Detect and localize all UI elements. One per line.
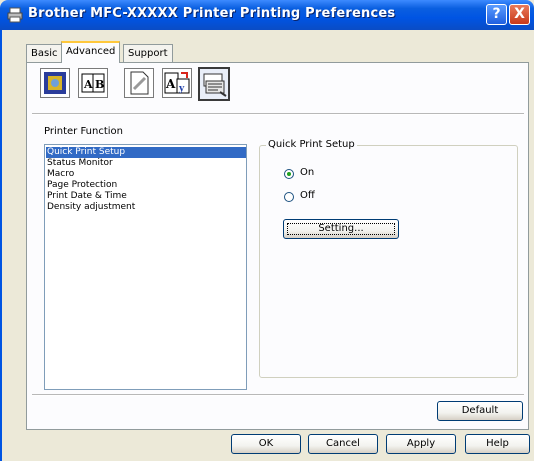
watermark-icon[interactable]: [124, 68, 154, 98]
ok-button[interactable]: OK: [231, 434, 301, 454]
printer-function-label: Printer Function: [44, 126, 123, 137]
default-button[interactable]: Default: [437, 401, 523, 421]
close-button[interactable]: X: [509, 4, 530, 25]
tab-basic[interactable]: Basic: [26, 44, 63, 62]
duplex-icon[interactable]: A B: [78, 68, 108, 98]
off-radio[interactable]: [284, 192, 294, 202]
help-button[interactable]: Help: [465, 434, 530, 454]
radio-selected-dot: [287, 172, 291, 176]
device-options-icon[interactable]: [198, 67, 230, 101]
tab-support[interactable]: Support: [123, 44, 173, 62]
printer-function-list[interactable]: Quick Print Setup Status Monitor Macro P…: [44, 144, 247, 390]
apply-button[interactable]: Apply: [386, 434, 456, 454]
scaling-icon[interactable]: A y: [162, 68, 192, 98]
list-item-macro[interactable]: Macro: [46, 169, 246, 180]
list-item-page-protection[interactable]: Page Protection: [46, 180, 246, 191]
on-radio-label[interactable]: On: [300, 167, 314, 178]
setting-button[interactable]: Setting...: [283, 219, 399, 239]
title-bar[interactable]: Brother MFC-XXXXX Printer Printing Prefe…: [0, 0, 534, 30]
list-item-status-monitor[interactable]: Status Monitor: [46, 158, 246, 169]
help-title-button[interactable]: ?: [486, 4, 507, 25]
printer-icon: [7, 7, 23, 23]
quick-print-setup-title: Quick Print Setup: [266, 139, 357, 150]
printing-preferences-window: Brother MFC-XXXXX Printer Printing Prefe…: [0, 0, 534, 461]
print-quality-icon[interactable]: [40, 68, 70, 98]
svg-text:B: B: [95, 78, 104, 91]
tab-advanced[interactable]: Advanced: [61, 41, 121, 63]
list-item-density-adjustment[interactable]: Density adjustment: [46, 202, 246, 213]
list-item-quick-print-setup[interactable]: Quick Print Setup: [46, 147, 246, 158]
svg-text:y: y: [178, 84, 185, 94]
off-radio-label[interactable]: Off: [300, 190, 315, 201]
cancel-button[interactable]: Cancel: [308, 434, 378, 454]
focus-rectangle: [287, 223, 395, 235]
svg-text:A: A: [83, 78, 93, 91]
window-left-border: [0, 30, 2, 461]
separator-bottom: [32, 394, 524, 396]
window-title: Brother MFC-XXXXX Printer Printing Prefe…: [28, 6, 396, 21]
quick-print-setup-group: [259, 145, 518, 378]
separator-top: [32, 113, 524, 115]
list-item-print-date-time[interactable]: Print Date & Time: [46, 191, 246, 202]
svg-text:A: A: [165, 77, 176, 91]
on-radio[interactable]: [284, 169, 294, 179]
